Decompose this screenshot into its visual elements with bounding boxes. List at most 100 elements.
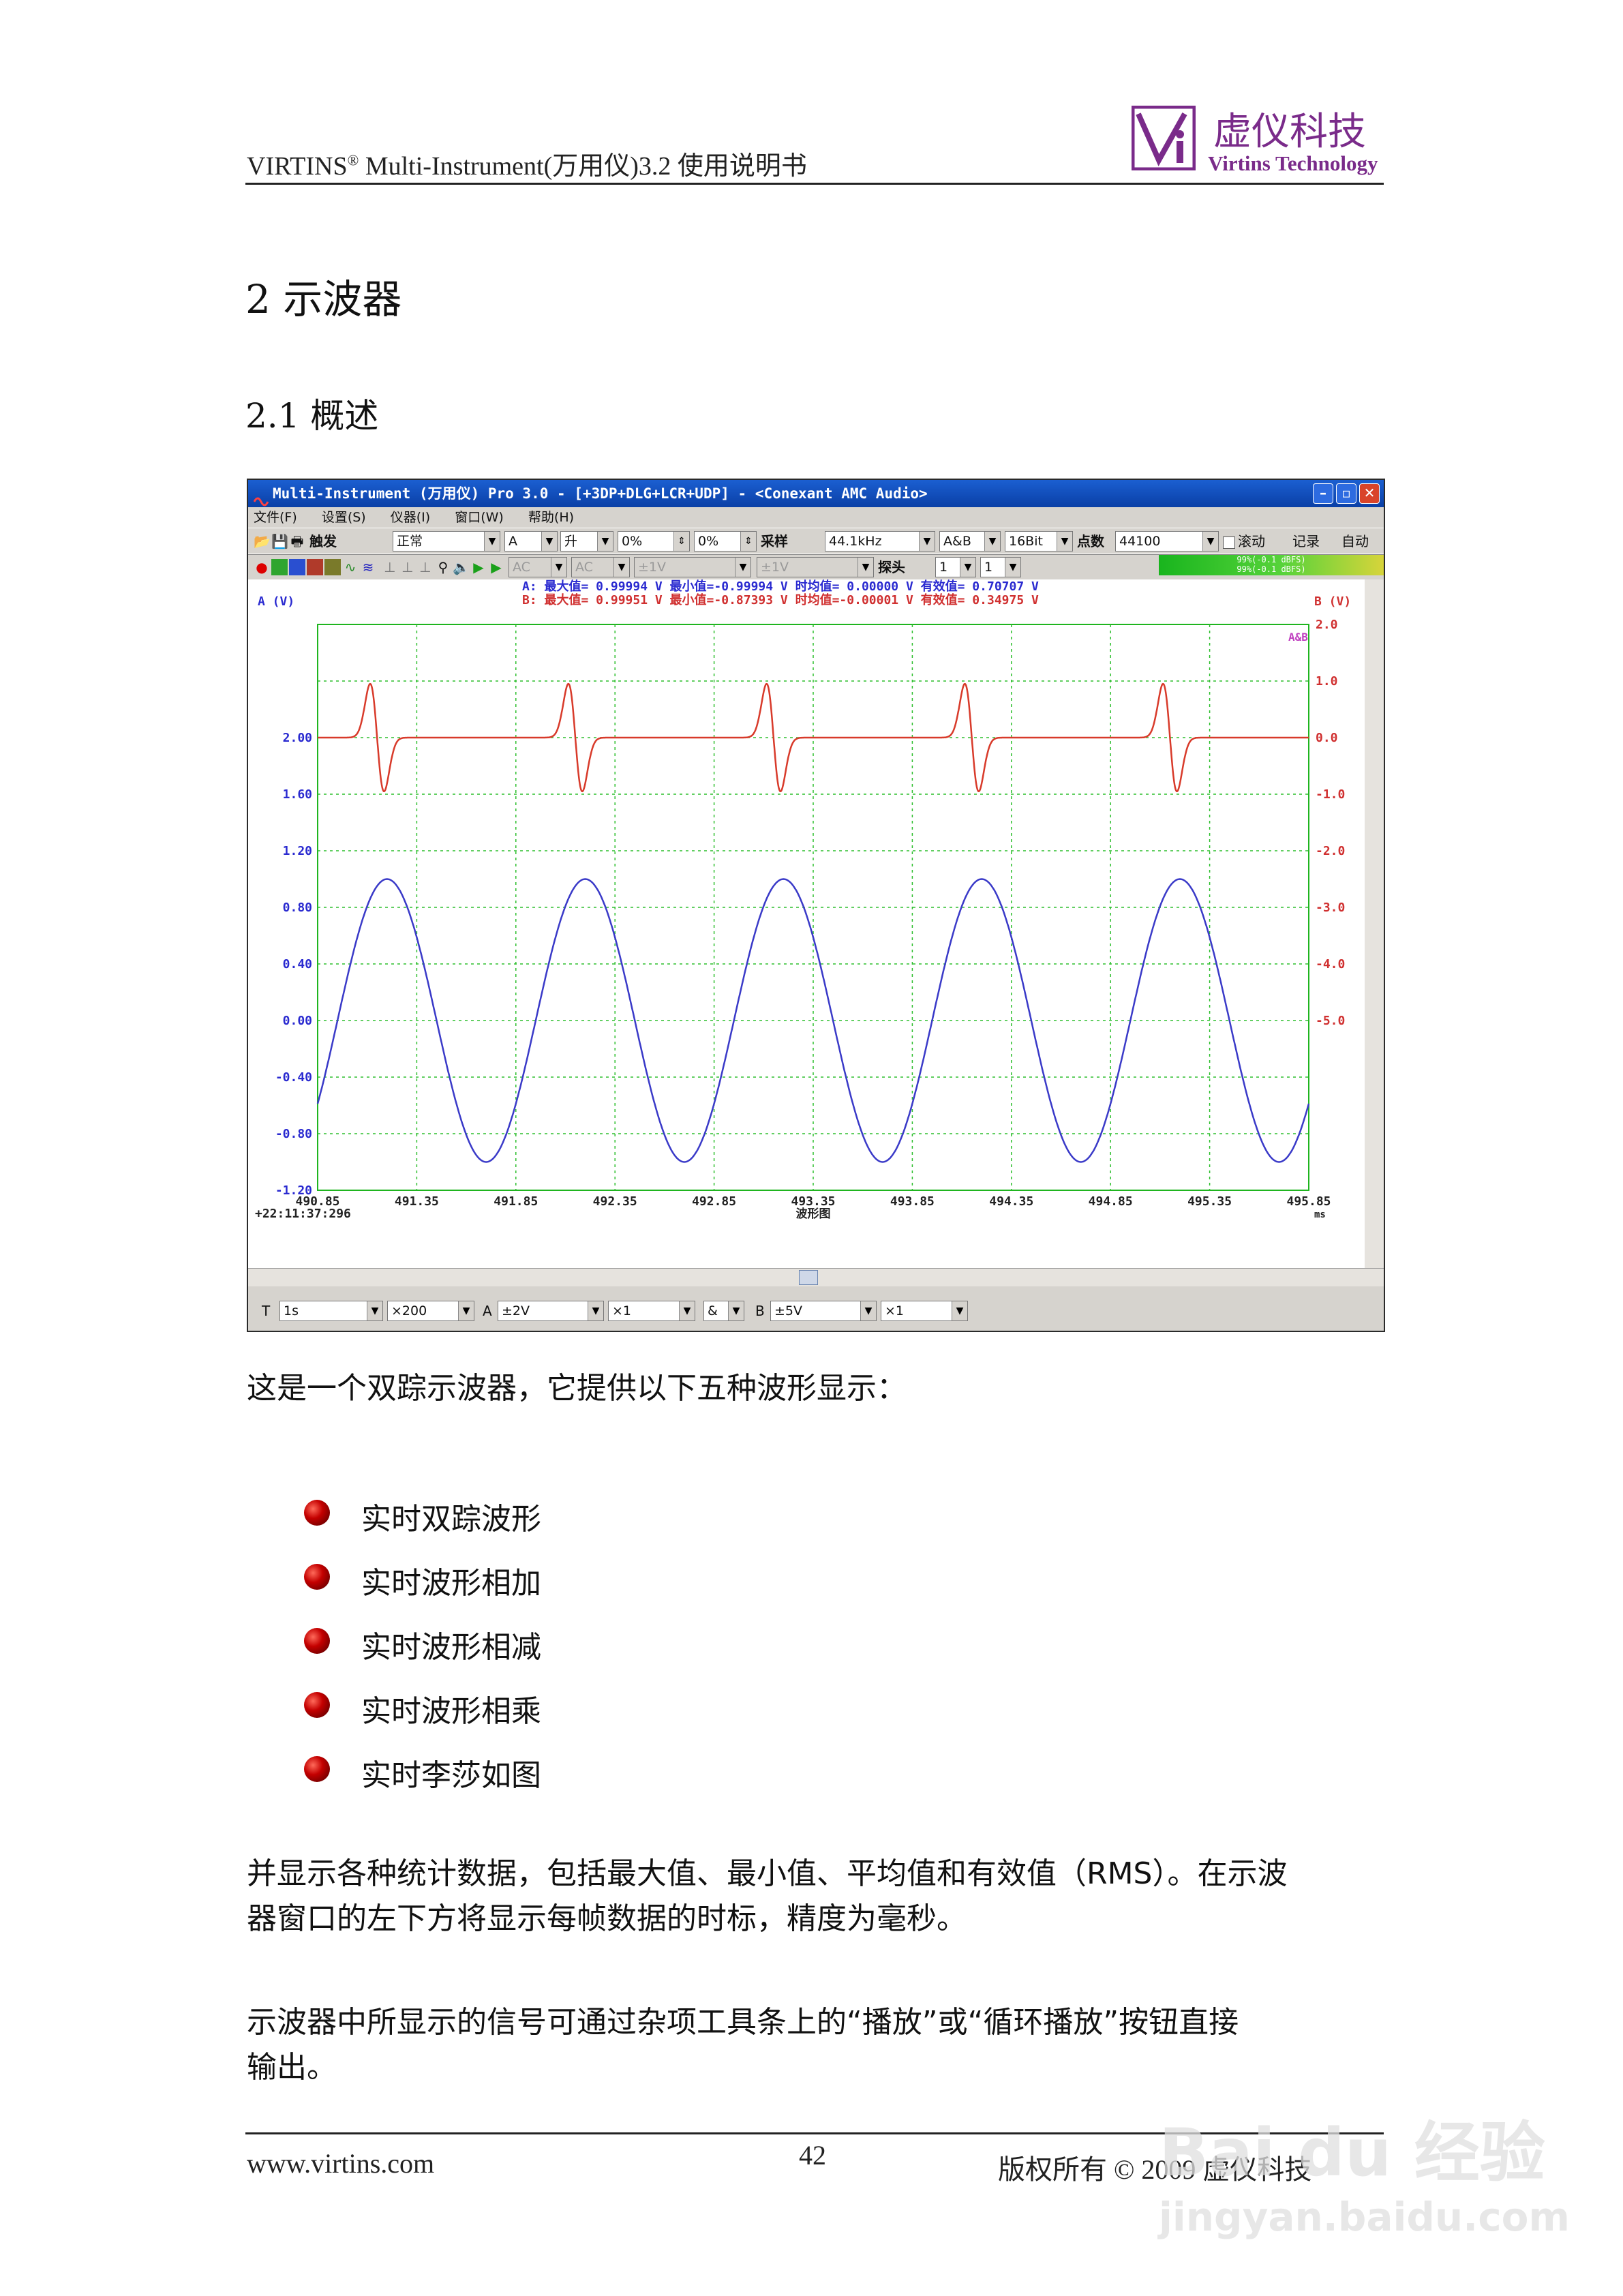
- chevron-down-icon: ▼: [952, 1301, 967, 1320]
- chevron-down-icon: ▼: [960, 558, 975, 577]
- footer-website: www.virtins.com: [247, 2148, 435, 2179]
- points-select[interactable]: 44100 ▼: [1115, 531, 1219, 552]
- record-button[interactable]: 记录: [1292, 531, 1320, 552]
- print-icon[interactable]: 🖶: [289, 533, 305, 549]
- auto-button[interactable]: 自动: [1341, 531, 1369, 552]
- trigger-delay-stepper[interactable]: 0% ⇕: [694, 531, 757, 552]
- b-range-select[interactable]: ±5V ▼: [770, 1301, 877, 1321]
- minimize-button[interactable]: –: [1313, 483, 1333, 504]
- marker-a-icon[interactable]: ⊥: [399, 559, 416, 575]
- bit-depth-select[interactable]: 16Bit ▼: [1005, 531, 1073, 552]
- trigger-mode-select[interactable]: 正常 ▼: [393, 531, 500, 552]
- trigger-level-stepper[interactable]: 0% ⇕: [618, 531, 690, 552]
- channel-select[interactable]: A&B ▼: [939, 531, 1001, 552]
- chevron-down-icon: ▼: [613, 558, 629, 577]
- virtins-logo-icon: [1132, 106, 1196, 170]
- vertical-scrollbar[interactable]: [1365, 579, 1384, 1268]
- record-dot-icon[interactable]: ●: [254, 559, 270, 575]
- y-tick-label-a: 1.60: [283, 787, 312, 802]
- probe-a-select[interactable]: 1 ▼: [935, 557, 976, 577]
- chevron-down-icon: ▼: [541, 532, 557, 551]
- x-axis-unit: ms: [1314, 1209, 1326, 1220]
- subsection-heading: 2.1 概述: [245, 396, 379, 436]
- play-icon[interactable]: ▶: [470, 559, 487, 575]
- spectrogram-icon[interactable]: [307, 559, 323, 575]
- menu-help[interactable]: 帮助(H): [528, 510, 574, 525]
- input-level-meter: 99%(-0.1 dBFS) 99%(-0.1 dBFS): [1159, 555, 1384, 575]
- section-heading: 2 示波器: [245, 276, 402, 322]
- oscilloscope-icon[interactable]: [271, 559, 288, 575]
- save-icon[interactable]: 💾: [271, 533, 288, 549]
- loop-play-icon[interactable]: ▶: [488, 559, 504, 575]
- open-file-icon[interactable]: 📂: [254, 533, 271, 549]
- waveform-chart[interactable]: A: 最大值= 0.99994 V 最小值=-0.99994 V 时均值= 0.…: [248, 579, 1384, 1268]
- scroll-thumb[interactable]: [799, 1270, 818, 1285]
- multimeter-icon[interactable]: ≋: [360, 559, 376, 575]
- app-icon: [253, 489, 269, 507]
- paragraph-stats-line1: 并显示各种统计数据，包括最大值、最小值、平均值和有效值（RMS）。在示波: [247, 1856, 1288, 1891]
- x-tick-label: 491.85: [494, 1194, 538, 1209]
- bullet-icon: [304, 1692, 330, 1718]
- toolbar-main: 📂 💾 🖶 触发 正常 ▼ A ▼ 升 ▼ 0% ⇕ 0% ⇕ 采样 44.1kHz ▼ A…: [248, 528, 1384, 555]
- probe-icon[interactable]: ⚲: [435, 559, 451, 575]
- sample-label: 采样: [761, 533, 788, 549]
- chevron-down-icon: ▼: [1202, 532, 1218, 551]
- menu-file[interactable]: 文件(F): [254, 510, 297, 525]
- x-tick-label: 494.35: [989, 1194, 1033, 1209]
- bullet-icon: [304, 1564, 330, 1590]
- y-tick-label-a: 1.20: [283, 844, 312, 858]
- spectrum-icon[interactable]: [289, 559, 305, 575]
- probe-b-select[interactable]: 1 ▼: [980, 557, 1021, 577]
- sample-rate-select[interactable]: 44.1kHz ▼: [825, 531, 935, 552]
- horizontal-scrollbar[interactable]: [248, 1268, 1384, 1286]
- a-range-select[interactable]: ±2V ▼: [498, 1301, 604, 1321]
- dds-icon[interactable]: ∿: [342, 559, 359, 575]
- oscilloscope-plot-panel: A: 最大值= 0.99994 V 最小值=-0.99994 V 时均值= 0.…: [248, 579, 1384, 1268]
- spinner-icon: ⇕: [673, 532, 689, 551]
- y-tick-label-a: -0.40: [275, 1070, 312, 1085]
- list-item: 实时波形相加: [361, 1566, 541, 1601]
- x-tick-label: 495.85: [1286, 1194, 1331, 1209]
- b-zoom-select[interactable]: ×1 ▼: [881, 1301, 968, 1321]
- a-axis-label: A: [483, 1303, 492, 1319]
- phase-plot-icon[interactable]: [324, 559, 341, 575]
- trigger-label: 触发: [309, 533, 337, 549]
- menubar: 文件(F) 设置(S) 仪器(I) 窗口(W) 帮助(H): [248, 507, 1384, 528]
- marker-b-icon[interactable]: ⊥: [417, 559, 434, 575]
- logo-english-name: Virtins Technology: [1208, 151, 1378, 175]
- menu-window[interactable]: 窗口(W): [455, 510, 504, 525]
- baidu-watermark: Bai du 经验: [1159, 2115, 1545, 2191]
- speaker-icon[interactable]: 🔈: [453, 559, 470, 575]
- timebase-select[interactable]: 1s ▼: [279, 1301, 383, 1321]
- axis-control-bar: T 1s ▼ ×200 ▼ A ±2V ▼ ×1 ▼ & ▼ B ±5V ▼ ×1 ▼: [248, 1298, 1384, 1329]
- y-tick-label-b: -1.0: [1316, 787, 1345, 802]
- coupling-a-select[interactable]: AC ▼: [509, 557, 567, 577]
- menu-instrument[interactable]: 仪器(I): [391, 510, 430, 525]
- y-tick-label-a: 0.80: [283, 901, 312, 915]
- maximize-button[interactable]: ▫: [1336, 483, 1356, 504]
- range-b-select[interactable]: ±1V ▼: [757, 557, 874, 577]
- operation-select[interactable]: & ▼: [703, 1301, 744, 1321]
- chevron-down-icon: ▼: [551, 558, 566, 577]
- trigger-edge-select[interactable]: 升 ▼: [560, 531, 613, 552]
- chevron-down-icon: ▼: [728, 1301, 744, 1320]
- scroll-checkbox[interactable]: [1223, 537, 1235, 549]
- points-label: 点数: [1077, 533, 1104, 549]
- x-tick-label: 495.35: [1187, 1194, 1232, 1209]
- stats-channel-b: B: 最大值= 0.99951 V 最小值=-0.87393 V 时均值=-0.…: [522, 592, 1039, 607]
- close-button[interactable]: ✕: [1359, 483, 1380, 504]
- probe-label: 探头: [878, 559, 905, 575]
- time-zoom-select[interactable]: ×200 ▼: [387, 1301, 474, 1321]
- range-a-select[interactable]: ±1V ▼: [634, 557, 751, 577]
- menu-settings[interactable]: 设置(S): [322, 510, 366, 525]
- document-title: VIRTINS® Multi-Instrument(万用仪)3.2 使用说明书: [247, 151, 807, 181]
- chevron-down-icon: ▼: [458, 1301, 474, 1320]
- y-tick-label-b: -3.0: [1316, 901, 1345, 915]
- meter-b-text: 99%(-0.1 dBFS): [1237, 564, 1306, 574]
- trigger-channel-select[interactable]: A ▼: [504, 531, 558, 552]
- coupling-b-select[interactable]: AC ▼: [571, 557, 630, 577]
- cursor-icon[interactable]: ⊥: [382, 559, 398, 575]
- chevron-down-icon: ▼: [735, 558, 750, 577]
- a-zoom-select[interactable]: ×1 ▼: [608, 1301, 695, 1321]
- oscilloscope-window: Multi-Instrument (万用仪) Pro 3.0 - [+3DP+D…: [247, 479, 1385, 1332]
